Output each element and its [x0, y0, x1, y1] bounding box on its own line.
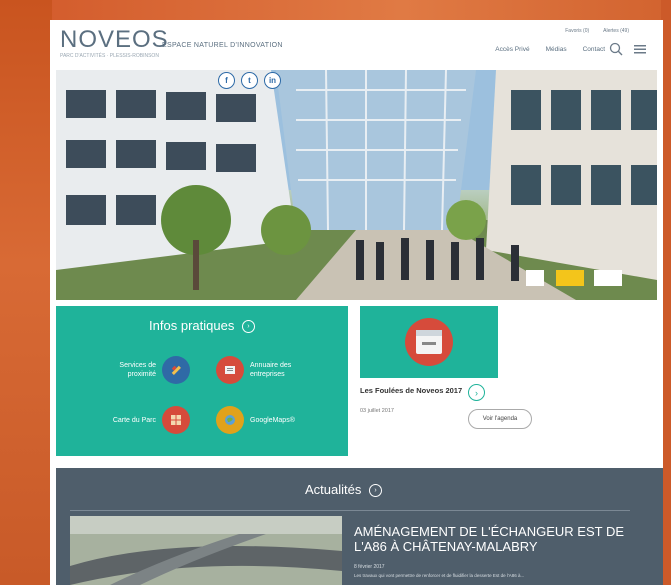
- info-item-googlemaps[interactable]: GoogleMaps®: [216, 406, 310, 434]
- map-icon: [162, 406, 190, 434]
- background-frame-top: [0, 0, 671, 22]
- info-label-services: Services de proximité: [119, 362, 156, 378]
- info-label-annuaire: Annuaire des entreprises: [250, 362, 292, 378]
- hero-photo: [56, 70, 657, 300]
- news-excerpt: Les travaux qui vont permettre de renfor…: [354, 573, 525, 578]
- news-headline[interactable]: AMÉNAGEMENT DE L'ÉCHANGEUR EST DE L'A86 …: [354, 524, 634, 554]
- news-date: 8 février 2017: [354, 564, 385, 570]
- nav-item-private-access[interactable]: Accès Privé: [495, 46, 529, 53]
- alerts-link[interactable]: Alertes (49): [603, 28, 629, 34]
- main-nav: Accès Privé Médias Contact: [495, 46, 605, 53]
- news-section-title[interactable]: Actualités ›: [56, 482, 631, 498]
- news-section: Actualités › AMÉNAGEMENT DE L'ÉCHANGEUR …: [56, 468, 663, 585]
- event-date: 03 juillet 2017: [360, 408, 394, 414]
- menu-icon[interactable]: [633, 42, 647, 56]
- globe-icon: [216, 406, 244, 434]
- search-icon[interactable]: [609, 42, 623, 56]
- linkedin-icon[interactable]: in: [264, 72, 281, 89]
- background-frame-left: [0, 0, 52, 585]
- event-title[interactable]: Les Foulées de Noveos 2017: [360, 386, 470, 395]
- facebook-icon[interactable]: f: [218, 72, 235, 89]
- event-card-image[interactable]: [360, 306, 498, 378]
- twitter-icon[interactable]: t: [241, 72, 258, 89]
- infos-pratiques-panel: Infos pratiques › Services de proximité …: [56, 306, 348, 456]
- news-divider: [70, 510, 630, 511]
- site-logo[interactable]: NOVEOS: [60, 26, 169, 54]
- info-label-googlemaps: GoogleMaps®: [250, 416, 295, 424]
- top-links: Favoris (0) Alertes (49): [565, 28, 629, 34]
- favorites-link[interactable]: Favoris (0): [565, 28, 589, 34]
- info-item-services[interactable]: Services de proximité: [96, 356, 190, 384]
- social-links: f t in: [218, 72, 281, 89]
- nav-item-contact[interactable]: Contact: [583, 46, 605, 53]
- nav-item-media[interactable]: Médias: [546, 46, 567, 53]
- info-item-carte[interactable]: Carte du Parc: [86, 406, 190, 434]
- info-item-annuaire[interactable]: Annuaire des entreprises: [216, 356, 310, 384]
- view-agenda-button[interactable]: Voir l'agenda: [468, 409, 532, 429]
- chevron-right-icon: ›: [241, 320, 255, 334]
- logo-subtitle: PARC D'ACTIVITÉS · PLESSIS-ROBINSON: [60, 53, 159, 59]
- site-tagline: ESPACE NATUREL D'INNOVATION: [162, 42, 283, 49]
- infos-pratiques-title[interactable]: Infos pratiques ›: [56, 318, 348, 334]
- directory-icon: [216, 356, 244, 384]
- info-label-carte: Carte du Parc: [112, 416, 156, 424]
- event-next-arrow-icon[interactable]: ›: [468, 384, 485, 401]
- hero-building-illustration: [56, 70, 657, 300]
- road-interchange-illustration: [70, 516, 342, 585]
- calendar-icon: [405, 318, 453, 366]
- tools-icon: [162, 356, 190, 384]
- webpage: NOVEOS PARC D'ACTIVITÉS · PLESSIS-ROBINS…: [50, 20, 663, 585]
- chevron-right-icon: ›: [369, 484, 382, 498]
- news-photo[interactable]: [70, 516, 342, 585]
